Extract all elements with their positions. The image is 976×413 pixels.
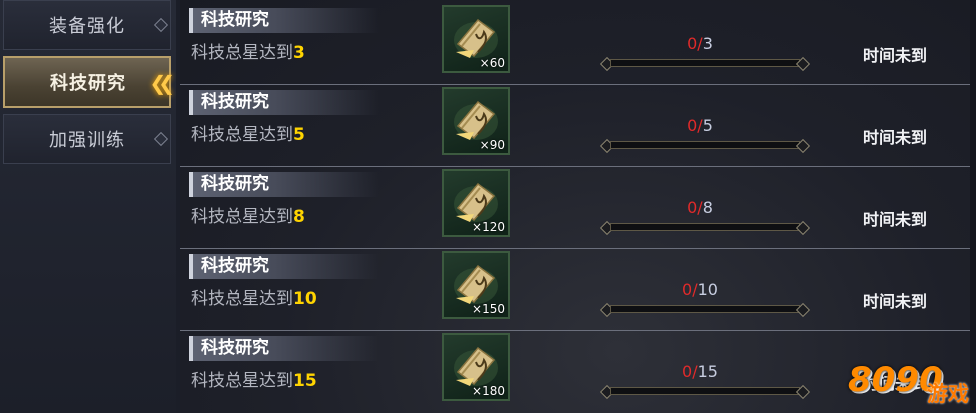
task-title: 科技研究 [189,254,379,279]
reward-item[interactable]: ×60 [442,5,510,73]
sidebar-item-equipment-enhance[interactable]: 装备强化 [3,0,171,50]
list-item: 科技研究 科技总星达到10 ×150 0/10 时间未到 [180,248,976,331]
progress-bar [599,384,811,400]
target-value: 3 [293,43,305,63]
reward-item[interactable]: ×90 [442,87,510,155]
sidebar-item-label: 科技研究 [50,73,126,94]
reward-quantity: ×60 [479,56,505,70]
task-title: 科技研究 [189,172,379,197]
progress-count: 0/3 [687,34,713,53]
reward-item[interactable]: ×120 [442,169,510,237]
target-value: 15 [293,371,317,391]
task-title: 科技研究 [189,90,379,115]
sidebar-item-tech-research[interactable]: 科技研究 ❮❮ [3,56,175,108]
sidebar-item-enhanced-training[interactable]: 加强训练 [3,114,171,164]
progress-count: 0/5 [687,116,713,135]
diamond-icon [153,17,169,33]
task-list: 科技研究 科技总星达到3 ×60 0/3 时间未到 科技研究 科技总星达到5 ×… [180,0,976,413]
progress-bar [599,56,811,72]
progress-bar [599,302,811,318]
target-value: 8 [293,207,305,227]
reward-quantity: ×180 [472,384,505,398]
status-label: 时间未到 [862,292,927,311]
reward-quantity: ×90 [479,138,505,152]
sidebar-item-label: 加强训练 [49,130,125,151]
task-description: 科技总星达到15 [191,371,317,391]
task-description: 科技总星达到3 [191,43,305,63]
reward-quantity: ×150 [472,302,505,316]
reward-item[interactable]: ×150 [442,251,510,319]
list-item: 科技研究 科技总星达到3 ×60 0/3 时间未到 [180,2,976,85]
watermark-text: 游戏 [927,382,969,406]
progress-count: 0/10 [682,280,718,299]
progress-bar [599,220,811,236]
status-label: 时间未到 [862,210,927,229]
progress-bar [599,138,811,154]
task-description: 科技总星达到8 [191,207,305,227]
task-description: 科技总星达到10 [191,289,317,309]
list-item: 科技研究 科技总星达到8 ×120 0/8 时间未到 [180,166,976,249]
status-label: 时间未到 [862,128,927,147]
reward-item[interactable]: ×180 [442,333,510,401]
target-value: 10 [293,289,317,309]
scrollbar[interactable] [970,0,976,413]
chevron-left-icon: ❮❮ [149,71,174,95]
sidebar: 装备强化 科技研究 ❮❮ 加强训练 [0,0,176,413]
watermark-logo: 8090 游戏 [848,360,976,413]
task-description: 科技总星达到5 [191,125,305,145]
progress-count: 0/15 [682,362,718,381]
list-item: 科技研究 科技总星达到5 ×90 0/5 时间未到 [180,84,976,167]
task-title: 科技研究 [189,336,379,361]
target-value: 5 [293,125,305,145]
progress-count: 0/8 [687,198,713,217]
status-label: 时间未到 [862,46,927,65]
diamond-icon [153,131,169,147]
reward-quantity: ×120 [472,220,505,234]
task-title: 科技研究 [189,8,379,33]
sidebar-item-label: 装备强化 [49,16,125,37]
